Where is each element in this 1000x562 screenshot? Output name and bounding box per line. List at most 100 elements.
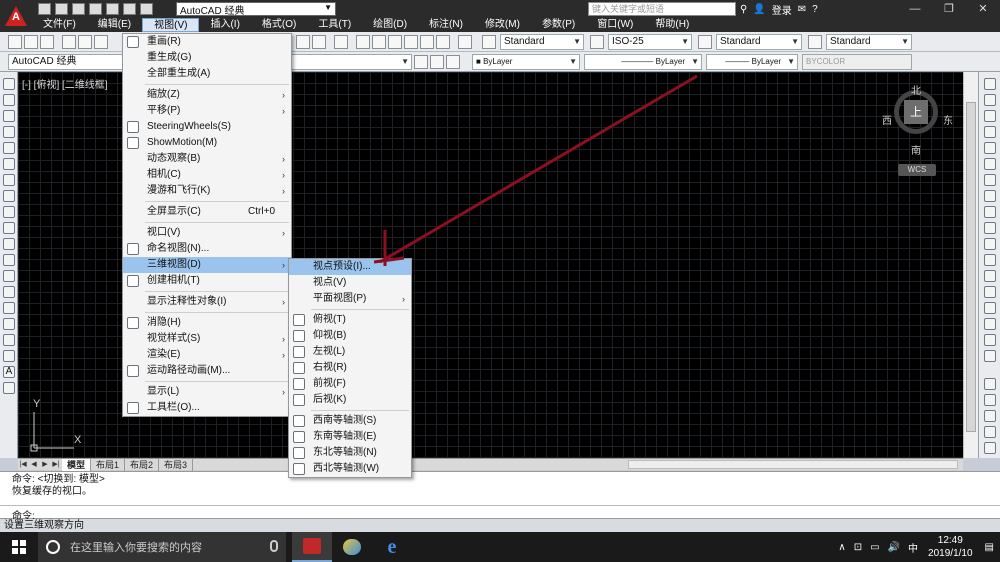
properties-icon[interactable] <box>356 35 370 49</box>
menu-help[interactable]: 帮助(H) <box>644 18 700 32</box>
tab-nav-prev[interactable]: ◀ <box>29 460 39 470</box>
view3d-menu-item[interactable]: 右视(R) <box>289 360 411 376</box>
view-menu-item[interactable]: 缩放(Z) › <box>123 87 291 103</box>
view-menu-item[interactable]: 显示(L) › <box>123 384 291 400</box>
text-style-select[interactable]: Standard ▼ <box>500 34 584 50</box>
layer-previous-icon[interactable] <box>430 55 444 69</box>
menu-format[interactable]: 格式(O) <box>251 18 307 32</box>
view-menu-item[interactable]: 全屏显示(C) Ctrl+0 <box>123 204 291 220</box>
ellipse-icon[interactable] <box>3 222 15 234</box>
revcloud-icon[interactable] <box>3 190 15 202</box>
tab-nav-first[interactable]: |◀ <box>18 460 28 470</box>
ime-indicator[interactable]: 中 <box>904 540 922 555</box>
menu-edit[interactable]: 编辑(E) <box>87 18 142 32</box>
markup-icon[interactable] <box>420 35 434 49</box>
zoom-realtime-icon[interactable] <box>296 35 310 49</box>
view-menu-item[interactable]: 创建相机(T) <box>123 273 291 289</box>
view3d-menu-item[interactable]: 东南等轴测(E) <box>289 429 411 445</box>
open-icon[interactable] <box>55 3 68 15</box>
view-menu-item[interactable]: 工具栏(O)... <box>123 400 291 416</box>
view-menu-item[interactable]: 漫游和飞行(K) › <box>123 183 291 199</box>
break-at-point-icon[interactable] <box>984 254 996 266</box>
menu-tools[interactable]: 工具(T) <box>307 18 362 32</box>
zoom-window-icon[interactable] <box>312 35 326 49</box>
view3d-menu-item[interactable]: 视点预设(I)... <box>289 259 411 275</box>
bring-front-icon[interactable] <box>984 394 996 406</box>
tab-model[interactable]: 模型 <box>62 458 92 471</box>
vertical-scrollbar[interactable] <box>963 72 978 458</box>
menu-window[interactable]: 窗口(W) <box>586 18 644 32</box>
rectangle-icon[interactable] <box>3 142 15 154</box>
mirror-icon[interactable] <box>984 110 996 122</box>
region-icon[interactable] <box>3 334 15 346</box>
binoculars-icon[interactable]: ⚲ <box>740 4 747 15</box>
view-menu-item[interactable]: 命名视图(N)... <box>123 241 291 257</box>
horizontal-scrollbar[interactable] <box>628 460 958 469</box>
volume-icon[interactable]: 🔊 <box>884 542 904 553</box>
exchange-icon[interactable]: ✉ <box>798 4 806 15</box>
power-icon[interactable]: ▭ <box>866 542 883 553</box>
view3d-menu-item[interactable]: 西南等轴测(S) <box>289 413 411 429</box>
workspace-select[interactable]: AutoCAD 经典 ▼ <box>176 2 336 17</box>
scroll-thumb[interactable] <box>966 102 976 432</box>
linetype-select[interactable]: ———— ByLayer ▼ <box>584 54 702 70</box>
plot-preview-icon[interactable] <box>78 35 92 49</box>
ellipse-arc-icon[interactable] <box>3 238 15 250</box>
restore-button[interactable]: ❐ <box>932 0 966 18</box>
trim-icon[interactable] <box>984 222 996 234</box>
view-menu-item[interactable]: 三维视图(D) › <box>123 257 291 273</box>
array-icon[interactable] <box>984 142 996 154</box>
chamfer-icon[interactable] <box>984 302 996 314</box>
help-icon[interactable] <box>458 35 472 49</box>
design-center-icon[interactable] <box>372 35 386 49</box>
new-icon[interactable] <box>8 35 22 49</box>
minimize-button[interactable]: — <box>898 0 932 18</box>
menu-dimension[interactable]: 标注(N) <box>418 18 474 32</box>
insert-block-icon[interactable] <box>3 254 15 266</box>
explode-icon[interactable] <box>984 350 996 362</box>
view3d-menu-item[interactable]: 仰视(B) <box>289 328 411 344</box>
viewport-controls[interactable]: [-] [俯视] [二维线框] <box>22 76 108 91</box>
arc-icon[interactable] <box>3 158 15 170</box>
chevron-up-icon[interactable]: ∧ <box>834 542 849 553</box>
tab-layout1[interactable]: 布局1 <box>91 458 126 471</box>
add-selected-icon[interactable] <box>3 382 15 394</box>
color-select[interactable]: ■ ByLayer ▼ <box>472 54 580 70</box>
notification-icon[interactable]: ▤ <box>979 542 1000 553</box>
publish-icon[interactable] <box>94 35 108 49</box>
view-cube[interactable]: 上 北 南 东 西 WCS <box>880 82 956 176</box>
zoom-previous-icon[interactable] <box>334 35 348 49</box>
draworder-icon[interactable] <box>984 378 996 390</box>
send-back-icon[interactable] <box>984 410 996 422</box>
view3d-menu-item[interactable]: 西北等轴测(W) <box>289 461 411 477</box>
view-menu-item[interactable]: 重生成(G) <box>123 50 291 66</box>
compass-east[interactable]: 东 <box>943 112 953 127</box>
cube-top-face[interactable]: 上 <box>904 100 928 124</box>
dim-style-select[interactable]: ISO-25 ▼ <box>608 34 692 50</box>
view-menu-item[interactable]: 消隐(H) <box>123 315 291 331</box>
copy-icon[interactable] <box>984 94 996 106</box>
tab-nav-next[interactable]: ▶ <box>40 460 50 470</box>
make-current-icon[interactable] <box>446 55 460 69</box>
construction-line-icon[interactable] <box>3 94 15 106</box>
view-menu-item[interactable]: SteeringWheels(S) <box>123 119 291 135</box>
layer-properties-icon[interactable] <box>414 55 428 69</box>
compass-south[interactable]: 南 <box>911 142 921 157</box>
network-icon[interactable]: ⊡ <box>850 542 866 553</box>
login-link[interactable]: 登录 <box>772 2 792 17</box>
view3d-menu-item[interactable]: 视点(V) <box>289 275 411 291</box>
taskbar-autocad[interactable] <box>292 532 332 562</box>
plot-icon[interactable] <box>106 3 119 15</box>
tab-nav-last[interactable]: ▶| <box>51 460 61 470</box>
save-icon[interactable] <box>72 3 85 15</box>
microphone-icon[interactable] <box>270 540 278 552</box>
taskbar-paint[interactable] <box>332 532 372 562</box>
fillet-icon[interactable] <box>984 318 996 330</box>
mleader-style-select[interactable]: Standard ▼ <box>826 34 912 50</box>
circle-icon[interactable] <box>3 174 15 186</box>
lineweight-select[interactable]: ——— ByLayer ▼ <box>706 54 798 70</box>
compass-west[interactable]: 西 <box>882 112 892 127</box>
menu-modify[interactable]: 修改(M) <box>474 18 531 32</box>
tab-layout3[interactable]: 布局3 <box>159 458 194 471</box>
view-menu-item[interactable]: 显示注释性对象(I) › <box>123 294 291 310</box>
